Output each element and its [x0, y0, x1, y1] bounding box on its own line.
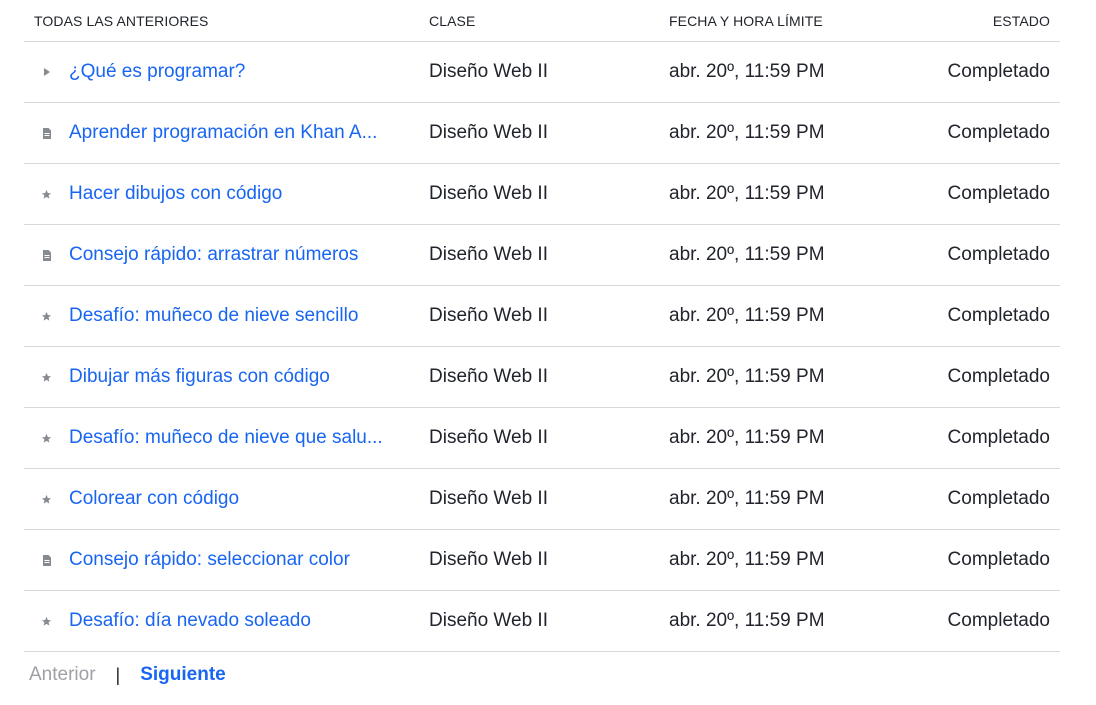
assignment-title-link[interactable]: ¿Qué es programar? — [69, 61, 429, 83]
table-body: ¿Qué es programar? Diseño Web II abr. 20º,… — [24, 42, 1060, 652]
article-icon — [24, 554, 69, 566]
table-row: Consejo rápido: arrastrar números Diseño … — [24, 225, 1060, 286]
due-date: abr. 20º, 11:59 PM — [669, 183, 825, 204]
previous-button: Anterior — [29, 664, 96, 685]
table-row: Desafío: día nevado soleado Diseño Web II… — [24, 591, 1060, 652]
star-icon — [24, 311, 69, 322]
class-name: Diseño Web II — [429, 488, 548, 509]
class-name: Diseño Web II — [429, 183, 548, 204]
status-text: Completado — [947, 366, 1050, 387]
due-date: abr. 20º, 11:59 PM — [669, 427, 825, 448]
table-row: ¿Qué es programar? Diseño Web II abr. 20º,… — [24, 42, 1060, 103]
status-text: Completado — [947, 183, 1050, 204]
article-icon — [24, 249, 69, 261]
status-text: Completado — [947, 305, 1050, 326]
star-icon — [24, 494, 69, 505]
due-date: abr. 20º, 11:59 PM — [669, 549, 825, 570]
class-name: Diseño Web II — [429, 61, 548, 82]
class-name: Diseño Web II — [429, 305, 548, 326]
due-date: abr. 20º, 11:59 PM — [669, 244, 825, 265]
status-text: Completado — [947, 549, 1050, 570]
table-row: Hacer dibujos con código Diseño Web II abr… — [24, 164, 1060, 225]
due-date: abr. 20º, 11:59 PM — [669, 488, 825, 509]
due-date: abr. 20º, 11:59 PM — [669, 305, 825, 326]
table-row: Dibujar más figuras con código Diseño Web… — [24, 347, 1060, 408]
due-date: abr. 20º, 11:59 PM — [669, 366, 825, 387]
status-text: Completado — [947, 244, 1050, 265]
header-class[interactable]: CLASE — [429, 13, 669, 29]
table-row: Consejo rápido: seleccionar color Diseño … — [24, 530, 1060, 591]
table-row: Aprender programación en Khan A... Diseño… — [24, 103, 1060, 164]
assignment-title-link[interactable]: Desafío: día nevado soleado — [69, 610, 429, 632]
class-name: Diseño Web II — [429, 549, 548, 570]
assignment-title-link[interactable]: Desafío: muñeco de nieve sencillo — [69, 305, 429, 327]
article-icon — [24, 127, 69, 139]
class-name: Diseño Web II — [429, 610, 548, 631]
class-name: Diseño Web II — [429, 366, 548, 387]
class-name: Diseño Web II — [429, 244, 548, 265]
class-name: Diseño Web II — [429, 427, 548, 448]
header-title[interactable]: TODAS LAS ANTERIORES — [24, 13, 429, 29]
next-button[interactable]: Siguiente — [140, 664, 226, 686]
due-date: abr. 20º, 11:59 PM — [669, 61, 825, 82]
star-icon — [24, 189, 69, 200]
table-header: TODAS LAS ANTERIORES CLASE FECHA Y HORA … — [24, 0, 1060, 42]
status-text: Completado — [947, 61, 1050, 82]
pager-separator: | — [115, 664, 121, 685]
status-text: Completado — [947, 427, 1050, 448]
assignment-title-link[interactable]: Dibujar más figuras con código — [69, 366, 429, 388]
star-icon — [24, 616, 69, 627]
due-date: abr. 20º, 11:59 PM — [669, 122, 825, 143]
assignment-title-link[interactable]: Consejo rápido: seleccionar color — [69, 549, 429, 571]
table-row: Colorear con código Diseño Web II abr. 20º… — [24, 469, 1060, 530]
play-icon — [24, 67, 69, 77]
assignment-title-link[interactable]: Hacer dibujos con código — [69, 183, 429, 205]
table-row: Desafío: muñeco de nieve sencillo Diseño … — [24, 286, 1060, 347]
due-date: abr. 20º, 11:59 PM — [669, 610, 825, 631]
status-text: Completado — [947, 122, 1050, 143]
status-text: Completado — [947, 610, 1050, 631]
status-text: Completado — [947, 488, 1050, 509]
assignment-title-link[interactable]: Desafío: muñeco de nieve que salu... — [69, 427, 429, 449]
assignment-title-link[interactable]: Consejo rápido: arrastrar números — [69, 244, 429, 266]
class-name: Diseño Web II — [429, 122, 548, 143]
assignment-title-link[interactable]: Aprender programación en Khan A... — [69, 122, 429, 144]
header-due[interactable]: FECHA Y HORA LÍMITE — [669, 13, 919, 29]
header-status[interactable]: ESTADO — [919, 13, 1060, 29]
star-icon — [24, 433, 69, 444]
assignments-table: TODAS LAS ANTERIORES CLASE FECHA Y HORA … — [24, 0, 1060, 698]
table-row: Desafío: muñeco de nieve que salu... Dise… — [24, 408, 1060, 469]
assignment-title-link[interactable]: Colorear con código — [69, 488, 429, 510]
pagination: Anterior | Siguiente — [24, 652, 1060, 698]
star-icon — [24, 372, 69, 383]
